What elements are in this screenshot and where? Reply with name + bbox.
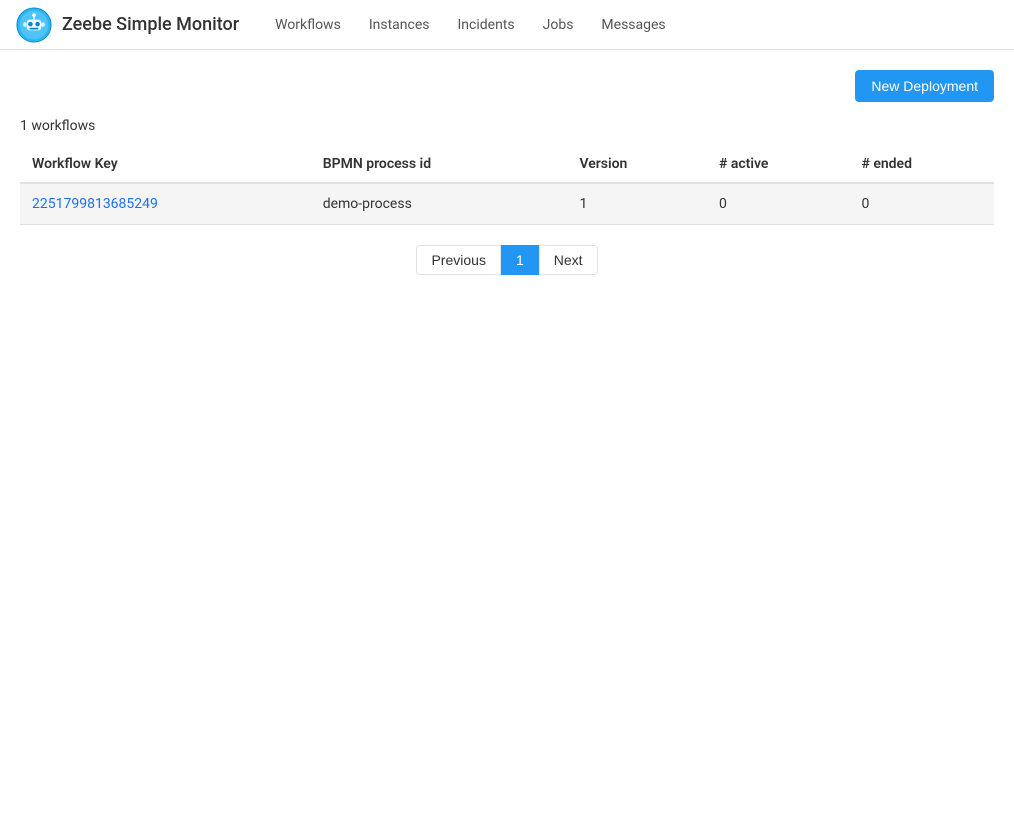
navbar: Zeebe Simple Monitor Workflows Instances… xyxy=(0,0,1014,50)
nav-item-instances: Instances xyxy=(357,17,442,33)
workflows-count: 1 workflows xyxy=(20,118,994,134)
workflows-table: Workflow Key BPMN process id Version # a… xyxy=(20,146,994,225)
table-body: 2251799813685249 demo-process 1 0 0 xyxy=(20,183,994,225)
nav-item-incidents: Incidents xyxy=(445,17,526,33)
top-bar: New Deployment xyxy=(20,70,994,102)
page-1-button[interactable]: 1 xyxy=(501,245,539,275)
cell-active: 0 xyxy=(707,183,849,225)
nav-item-workflows: Workflows xyxy=(263,17,353,33)
col-header-workflow-key: Workflow Key xyxy=(20,146,311,183)
pagination: Previous 1 Next xyxy=(20,245,994,275)
previous-button[interactable]: Previous xyxy=(416,245,500,275)
nav-menu: Workflows Instances Incidents Jobs Messa… xyxy=(263,17,678,33)
workflow-key-link[interactable]: 2251799813685249 xyxy=(32,196,158,212)
new-deployment-button[interactable]: New Deployment xyxy=(855,70,994,102)
col-header-version: Version xyxy=(567,146,707,183)
nav-link-messages[interactable]: Messages xyxy=(589,9,677,41)
table-header: Workflow Key BPMN process id Version # a… xyxy=(20,146,994,183)
nav-link-instances[interactable]: Instances xyxy=(357,9,442,41)
table-row: 2251799813685249 demo-process 1 0 0 xyxy=(20,183,994,225)
col-header-ended: # ended xyxy=(849,146,994,183)
col-header-active: # active xyxy=(707,146,849,183)
cell-ended: 0 xyxy=(849,183,994,225)
cell-bpmn-process-id: demo-process xyxy=(311,183,568,225)
col-header-bpmn-process-id: BPMN process id xyxy=(311,146,568,183)
next-button[interactable]: Next xyxy=(539,245,598,275)
brand-logo-icon xyxy=(16,7,52,43)
table-header-row: Workflow Key BPMN process id Version # a… xyxy=(20,146,994,183)
main-content: New Deployment 1 workflows Workflow Key … xyxy=(0,50,1014,295)
brand-title: Zeebe Simple Monitor xyxy=(62,14,239,35)
nav-item-jobs: Jobs xyxy=(531,17,586,33)
cell-workflow-key: 2251799813685249 xyxy=(20,183,311,225)
cell-version: 1 xyxy=(567,183,707,225)
nav-item-messages: Messages xyxy=(589,17,677,33)
brand-link[interactable]: Zeebe Simple Monitor xyxy=(16,7,239,43)
nav-link-workflows[interactable]: Workflows xyxy=(263,9,353,41)
nav-link-incidents[interactable]: Incidents xyxy=(445,9,526,41)
nav-link-jobs[interactable]: Jobs xyxy=(531,9,586,41)
